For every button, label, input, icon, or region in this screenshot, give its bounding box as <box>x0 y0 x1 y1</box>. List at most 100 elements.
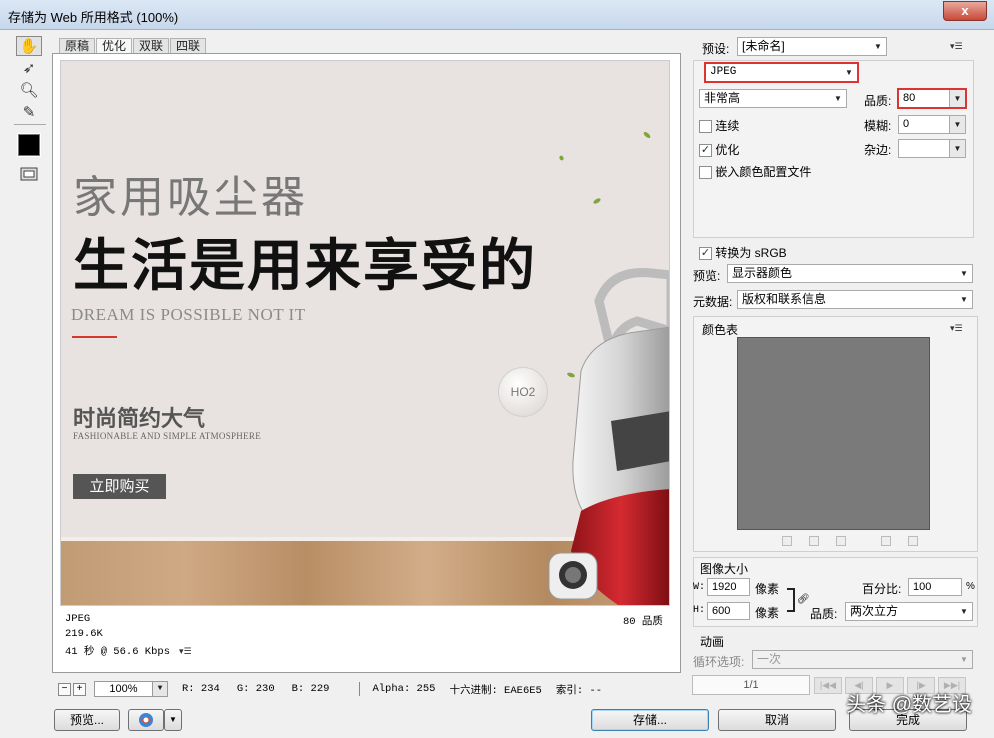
toggle-slices-icon[interactable] <box>16 164 42 184</box>
link-icon[interactable]: 🔗︎ <box>797 594 810 605</box>
blur-input[interactable]: 0 ▼ <box>898 115 966 134</box>
lock-color-icon[interactable] <box>836 536 846 546</box>
file-format-value: JPEG <box>710 66 737 78</box>
chevron-down-icon: ▼ <box>152 682 167 696</box>
color-table-swatch-area[interactable] <box>737 337 930 530</box>
tab-2-up[interactable]: 双联 <box>133 38 170 54</box>
width-input[interactable]: 1920 <box>707 578 750 596</box>
eyedropper-color-swatch[interactable] <box>17 133 41 157</box>
eyedropper-tool-icon[interactable]: ✎ <box>16 102 42 122</box>
quality-value: 80 <box>903 92 916 104</box>
optimized-checkbox[interactable]: ✓ <box>699 144 712 158</box>
readout-hex: 十六进制: EAE6E5 <box>449 684 542 697</box>
ad-headline: 生活是用来享受的 <box>73 234 537 299</box>
readout-b: B: 229 <box>291 683 330 695</box>
loop-options-value: 一次 <box>757 652 782 666</box>
preview-format: JPEG <box>65 613 91 625</box>
chevron-down-icon: ▼ <box>949 140 965 157</box>
quality-input[interactable]: 80 ▼ <box>897 88 967 109</box>
tab-optimized[interactable]: 优化 <box>96 38 133 54</box>
chevron-down-icon: ▼ <box>960 655 968 664</box>
browser-dropdown-arrow[interactable]: ▼ <box>164 709 182 731</box>
map-color-icon[interactable] <box>782 536 792 546</box>
zoom-tool-icon[interactable]: 🔍︎ <box>16 80 42 100</box>
width-unit: 像素 <box>755 582 780 596</box>
matte-label: 杂边: <box>864 143 892 157</box>
preset-label: 预设: <box>702 42 730 56</box>
browser-icon <box>139 712 153 727</box>
vacuum-product-illustration <box>548 268 669 605</box>
convert-srgb-label: 转换为 sRGB <box>715 246 787 260</box>
watermark-text: 头条 @数艺设 <box>846 694 972 716</box>
tab-original[interactable]: 原稿 <box>59 38 96 54</box>
new-color-icon[interactable] <box>881 536 891 546</box>
width-label: W: <box>693 582 706 593</box>
color-table-menu-icon[interactable]: ▾☰ <box>950 323 963 334</box>
percent-input[interactable]: 100 <box>908 578 962 596</box>
frame-counter: 1/1 <box>692 675 810 695</box>
metadata-label: 元数据: <box>693 295 733 309</box>
loop-options-select[interactable]: 一次 ▼ <box>752 650 973 669</box>
ad-english-line: DREAM IS POSSIBLE NOT IT <box>71 305 306 324</box>
quality-level-select[interactable]: 非常高 ▼ <box>699 89 847 108</box>
browser-select-button[interactable] <box>128 709 164 731</box>
preview-in-browser-button[interactable]: 预览... <box>54 709 120 731</box>
image-size-title: 图像大小 <box>700 562 749 576</box>
zoom-out-button[interactable]: − <box>58 682 71 696</box>
progressive-option[interactable]: 连续 <box>699 117 739 134</box>
percent-label: 百分比: <box>862 582 902 596</box>
preview-color-select[interactable]: 显示器颜色 ▼ <box>727 264 973 283</box>
resample-quality-label: 品质: <box>810 607 838 621</box>
zoom-select[interactable]: 100% ▼ <box>94 681 168 697</box>
height-label: H: <box>693 605 706 616</box>
optimized-option[interactable]: ✓ 优化 <box>699 141 739 158</box>
download-speed-menu-icon[interactable]: ▾☰ <box>179 646 192 657</box>
preview-color-value: 显示器颜色 <box>732 266 793 280</box>
ad-red-rule <box>72 336 117 338</box>
tool-strip: ✋ ➶ 🔍︎ ✎ <box>14 36 46 186</box>
readout-index: 索引: -- <box>555 684 603 697</box>
preview-file-size: 219.6K <box>65 628 103 640</box>
first-frame-icon[interactable]: |◀◀ <box>814 677 842 694</box>
convert-srgb-checkbox[interactable]: ✓ <box>699 247 712 261</box>
resample-quality-select[interactable]: 两次立方 ▼ <box>845 602 973 621</box>
preset-select[interactable]: [未命名] ▼ <box>737 37 887 56</box>
progressive-checkbox[interactable] <box>699 120 712 134</box>
file-format-select[interactable]: JPEG ▼ <box>704 62 859 83</box>
embed-profile-option[interactable]: 嵌入颜色配置文件 <box>699 163 811 180</box>
chevron-down-icon: ▼ <box>874 42 882 51</box>
progressive-label: 连续 <box>715 119 740 133</box>
metadata-select[interactable]: 版权和联系信息 ▼ <box>737 290 973 309</box>
preview-download-time: 41 秒 @ 56.6 Kbps <box>65 646 171 658</box>
close-button[interactable]: x <box>943 1 987 21</box>
hand-tool-icon[interactable]: ✋ <box>16 36 42 56</box>
readout-g: G: 230 <box>236 683 275 695</box>
preview-label: 预览: <box>693 269 721 283</box>
embed-profile-checkbox[interactable] <box>699 166 712 180</box>
status-divider <box>359 682 361 696</box>
optimized-label: 优化 <box>715 143 740 157</box>
optimize-menu-icon[interactable]: ▾☰ <box>950 41 963 52</box>
matte-select[interactable]: ▼ <box>898 139 966 158</box>
ad-buy-button: 立即购买 <box>73 474 166 499</box>
convert-srgb-option[interactable]: ✓ 转换为 sRGB <box>699 244 787 261</box>
title-bar: 存储为 Web 所用格式 (100%) x <box>0 0 994 30</box>
slice-select-tool-icon[interactable]: ➶ <box>16 58 42 78</box>
tab-4-up[interactable]: 四联 <box>170 38 207 54</box>
preview-canvas[interactable]: 家用吸尘器 生活是用来享受的 DREAM IS POSSIBLE NOT IT … <box>60 60 670 606</box>
leaf-icon <box>592 197 602 205</box>
cancel-button[interactable]: 取消 <box>718 709 836 731</box>
height-input[interactable]: 600 <box>707 602 750 620</box>
chevron-down-icon: ▼ <box>949 116 965 133</box>
zoom-in-button[interactable]: + <box>73 682 86 696</box>
animation-title: 动画 <box>700 635 725 649</box>
percent-unit: % <box>966 581 975 592</box>
window-title: 存储为 Web 所用格式 (100%) <box>8 10 179 25</box>
web-shift-icon[interactable] <box>809 536 819 546</box>
blur-value: 0 <box>903 118 910 130</box>
save-button[interactable]: 存储... <box>591 709 709 731</box>
chevron-down-icon: ▼ <box>960 607 968 616</box>
quality-label: 品质: <box>864 94 892 108</box>
preview-quality: 80 品质 <box>623 616 663 628</box>
trash-icon[interactable] <box>908 536 918 546</box>
